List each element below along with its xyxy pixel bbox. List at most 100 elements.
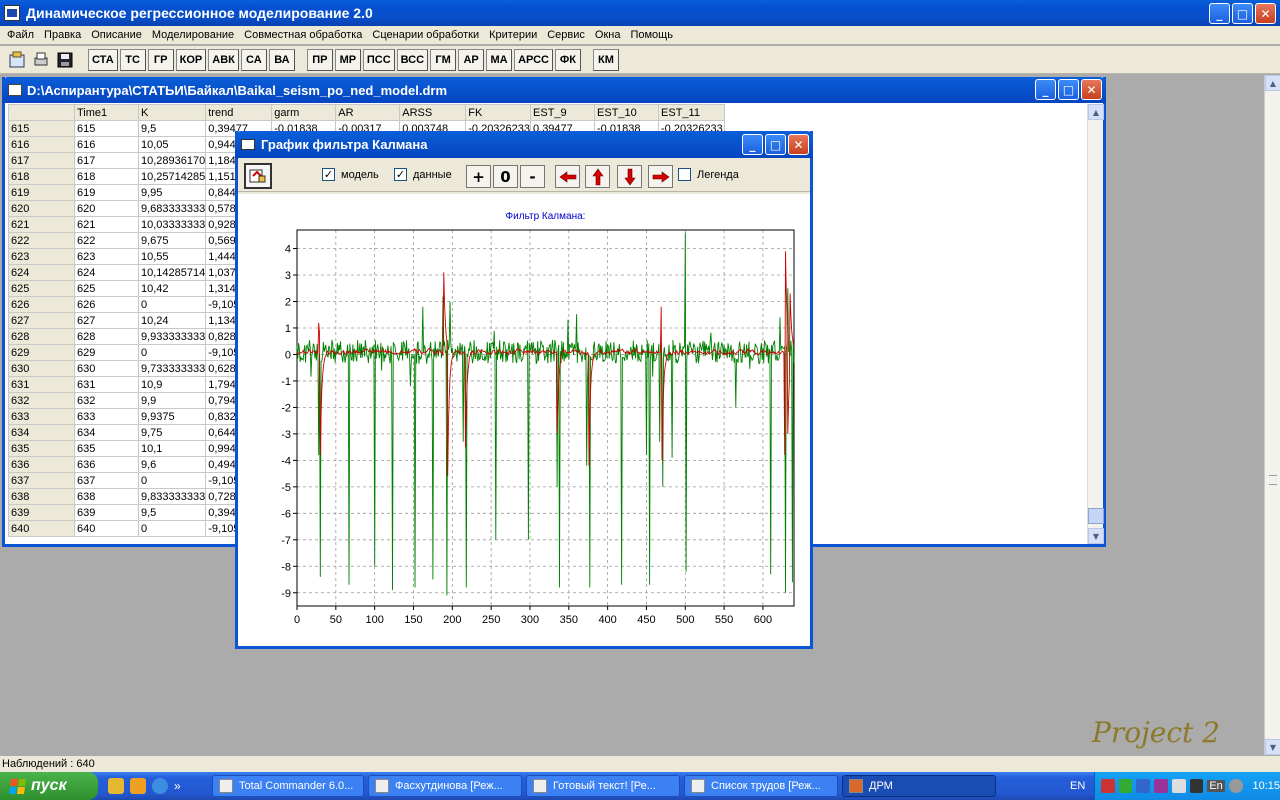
table-cell[interactable]: 9,733333333	[137, 360, 207, 377]
table-cell[interactable]: 639	[74, 504, 139, 521]
task-drm[interactable]: ДРМ	[842, 775, 996, 797]
column-header[interactable]: K	[137, 104, 207, 121]
menu-windows[interactable]: Окна	[590, 29, 626, 41]
grid-vertical-scrollbar[interactable]: ▲ ▼	[1087, 104, 1104, 544]
table-cell[interactable]: 632	[74, 392, 139, 409]
table-cell[interactable]: 631	[74, 376, 139, 393]
row-header-cell[interactable]: 627	[8, 312, 75, 329]
table-cell[interactable]: 630	[74, 360, 139, 377]
row-header-cell[interactable]: 620	[8, 200, 75, 217]
row-header-cell[interactable]: 637	[8, 472, 75, 489]
data-checkbox[interactable]: ✓	[394, 168, 407, 181]
menu-modeling[interactable]: Моделирование	[147, 29, 239, 41]
tb-arss-button[interactable]: АРСС	[514, 48, 553, 71]
table-cell[interactable]: 10,03333333	[137, 216, 207, 233]
save-icon[interactable]	[54, 49, 76, 71]
zoom-out-button[interactable]: -	[520, 165, 545, 188]
table-cell[interactable]: 10,24	[137, 312, 207, 329]
pan-right-icon[interactable]	[648, 165, 673, 188]
tray-app1-icon[interactable]	[1101, 779, 1115, 793]
table-cell[interactable]: 10,55	[137, 248, 207, 265]
tb-mr-button[interactable]: МР	[334, 48, 361, 71]
task-works-list[interactable]: Список трудов [Реж...	[684, 775, 838, 797]
menu-criteria[interactable]: Критерии	[484, 29, 542, 41]
tray-app2-icon[interactable]	[1118, 779, 1133, 793]
task-total-commander[interactable]: Total Commander 6.0...	[212, 775, 364, 797]
grid-corner-cell[interactable]	[8, 104, 75, 121]
app-close-button[interactable]: ✕	[1255, 3, 1276, 24]
pan-down-icon[interactable]	[617, 165, 642, 188]
table-cell[interactable]: 9,933333333	[137, 328, 207, 345]
table-cell[interactable]: 635	[74, 440, 139, 457]
model-checkbox-row[interactable]: ✓ модель	[322, 168, 379, 181]
row-header-cell[interactable]: 616	[8, 136, 75, 153]
tb-sta-button[interactable]: СТА	[88, 48, 118, 71]
table-cell[interactable]: 619	[74, 184, 139, 201]
start-button[interactable]: пуск	[0, 772, 98, 800]
app-maximize-button[interactable]: □	[1232, 3, 1253, 24]
kalman-plot-area[interactable]: Фильтр Калмана: 0 50 100 150 200 250 300 350 400 4…	[238, 194, 810, 646]
data-minimize-button[interactable]: _	[1035, 79, 1056, 100]
row-header-cell[interactable]: 640	[8, 520, 75, 537]
table-cell[interactable]: 10,9	[137, 376, 207, 393]
menu-file[interactable]: Файл	[2, 29, 39, 41]
row-header-cell[interactable]: 635	[8, 440, 75, 457]
zoom-in-button[interactable]: +	[466, 165, 491, 188]
ql-app2-icon[interactable]	[130, 778, 146, 794]
tb-vss-button[interactable]: ВСС	[396, 48, 429, 71]
table-cell[interactable]: 9,683333333	[137, 200, 207, 217]
row-header-cell[interactable]: 626	[8, 296, 75, 313]
tray-language[interactable]: En	[1207, 780, 1225, 792]
tb-va-button[interactable]: ВА	[268, 48, 295, 71]
table-cell[interactable]: 616	[74, 136, 139, 153]
table-cell[interactable]: 626	[74, 296, 139, 313]
main-vertical-scrollbar[interactable]: ▲ ▼	[1264, 75, 1280, 755]
row-header-cell[interactable]: 618	[8, 168, 75, 185]
data-close-button[interactable]: ✕	[1081, 79, 1102, 100]
app-minimize-button[interactable]: _	[1209, 3, 1230, 24]
table-cell[interactable]: 10,28936170	[137, 152, 207, 169]
row-header-cell[interactable]: 615	[8, 120, 75, 137]
data-window-titlebar[interactable]: D:\Аспирантура\СТАТЬИ\Байкал\Baikal_seis…	[2, 77, 1106, 103]
row-header-cell[interactable]: 634	[8, 424, 75, 441]
table-cell[interactable]: 620	[74, 200, 139, 217]
grid-scroll-thumb[interactable]	[1088, 508, 1104, 524]
menu-service[interactable]: Сервис	[542, 29, 590, 41]
table-cell[interactable]: 0	[137, 520, 207, 537]
row-header-cell[interactable]: 624	[8, 264, 75, 281]
tray-app6-icon[interactable]	[1189, 779, 1204, 793]
tray-app7-icon[interactable]	[1228, 779, 1243, 793]
row-header-cell[interactable]: 622	[8, 232, 75, 249]
row-header-cell[interactable]: 633	[8, 408, 75, 425]
app-icon[interactable]	[4, 5, 20, 21]
table-cell[interactable]: 627	[74, 312, 139, 329]
export-chart-icon[interactable]	[244, 163, 272, 189]
table-cell[interactable]: 618	[74, 168, 139, 185]
model-checkbox[interactable]: ✓	[322, 168, 335, 181]
table-cell[interactable]: 637	[74, 472, 139, 489]
row-header-cell[interactable]: 619	[8, 184, 75, 201]
scroll-grip-icon[interactable]	[1269, 475, 1277, 485]
kalman-minimize-button[interactable]: _	[742, 134, 763, 155]
legend-checkbox[interactable]	[678, 168, 691, 181]
ql-app1-icon[interactable]	[108, 778, 124, 794]
table-cell[interactable]: 621	[74, 216, 139, 233]
table-cell[interactable]: 10,05	[137, 136, 207, 153]
table-cell[interactable]: 636	[74, 456, 139, 473]
tb-pr-button[interactable]: ПР	[306, 48, 333, 71]
table-cell[interactable]: 9,9375	[137, 408, 207, 425]
scroll-down-icon[interactable]: ▼	[1265, 739, 1280, 755]
tb-ma-button[interactable]: МА	[486, 48, 513, 71]
menu-joint-processing[interactable]: Совместная обработка	[239, 29, 367, 41]
table-cell[interactable]: 0	[137, 472, 207, 489]
table-cell[interactable]: 638	[74, 488, 139, 505]
data-maximize-button[interactable]: □	[1058, 79, 1079, 100]
table-cell[interactable]: 9,9	[137, 392, 207, 409]
kalman-chart[interactable]: Фильтр Калмана: 0 50 100 150 200 250 300 350 400 4…	[238, 195, 810, 647]
table-cell[interactable]: 9,5	[137, 120, 207, 137]
table-cell[interactable]: 9,833333333	[137, 488, 207, 505]
tb-gm-button[interactable]: ГМ	[430, 48, 457, 71]
row-header-cell[interactable]: 621	[8, 216, 75, 233]
language-indicator[interactable]: EN	[1070, 772, 1085, 800]
tb-km-button[interactable]: КМ	[592, 48, 619, 71]
